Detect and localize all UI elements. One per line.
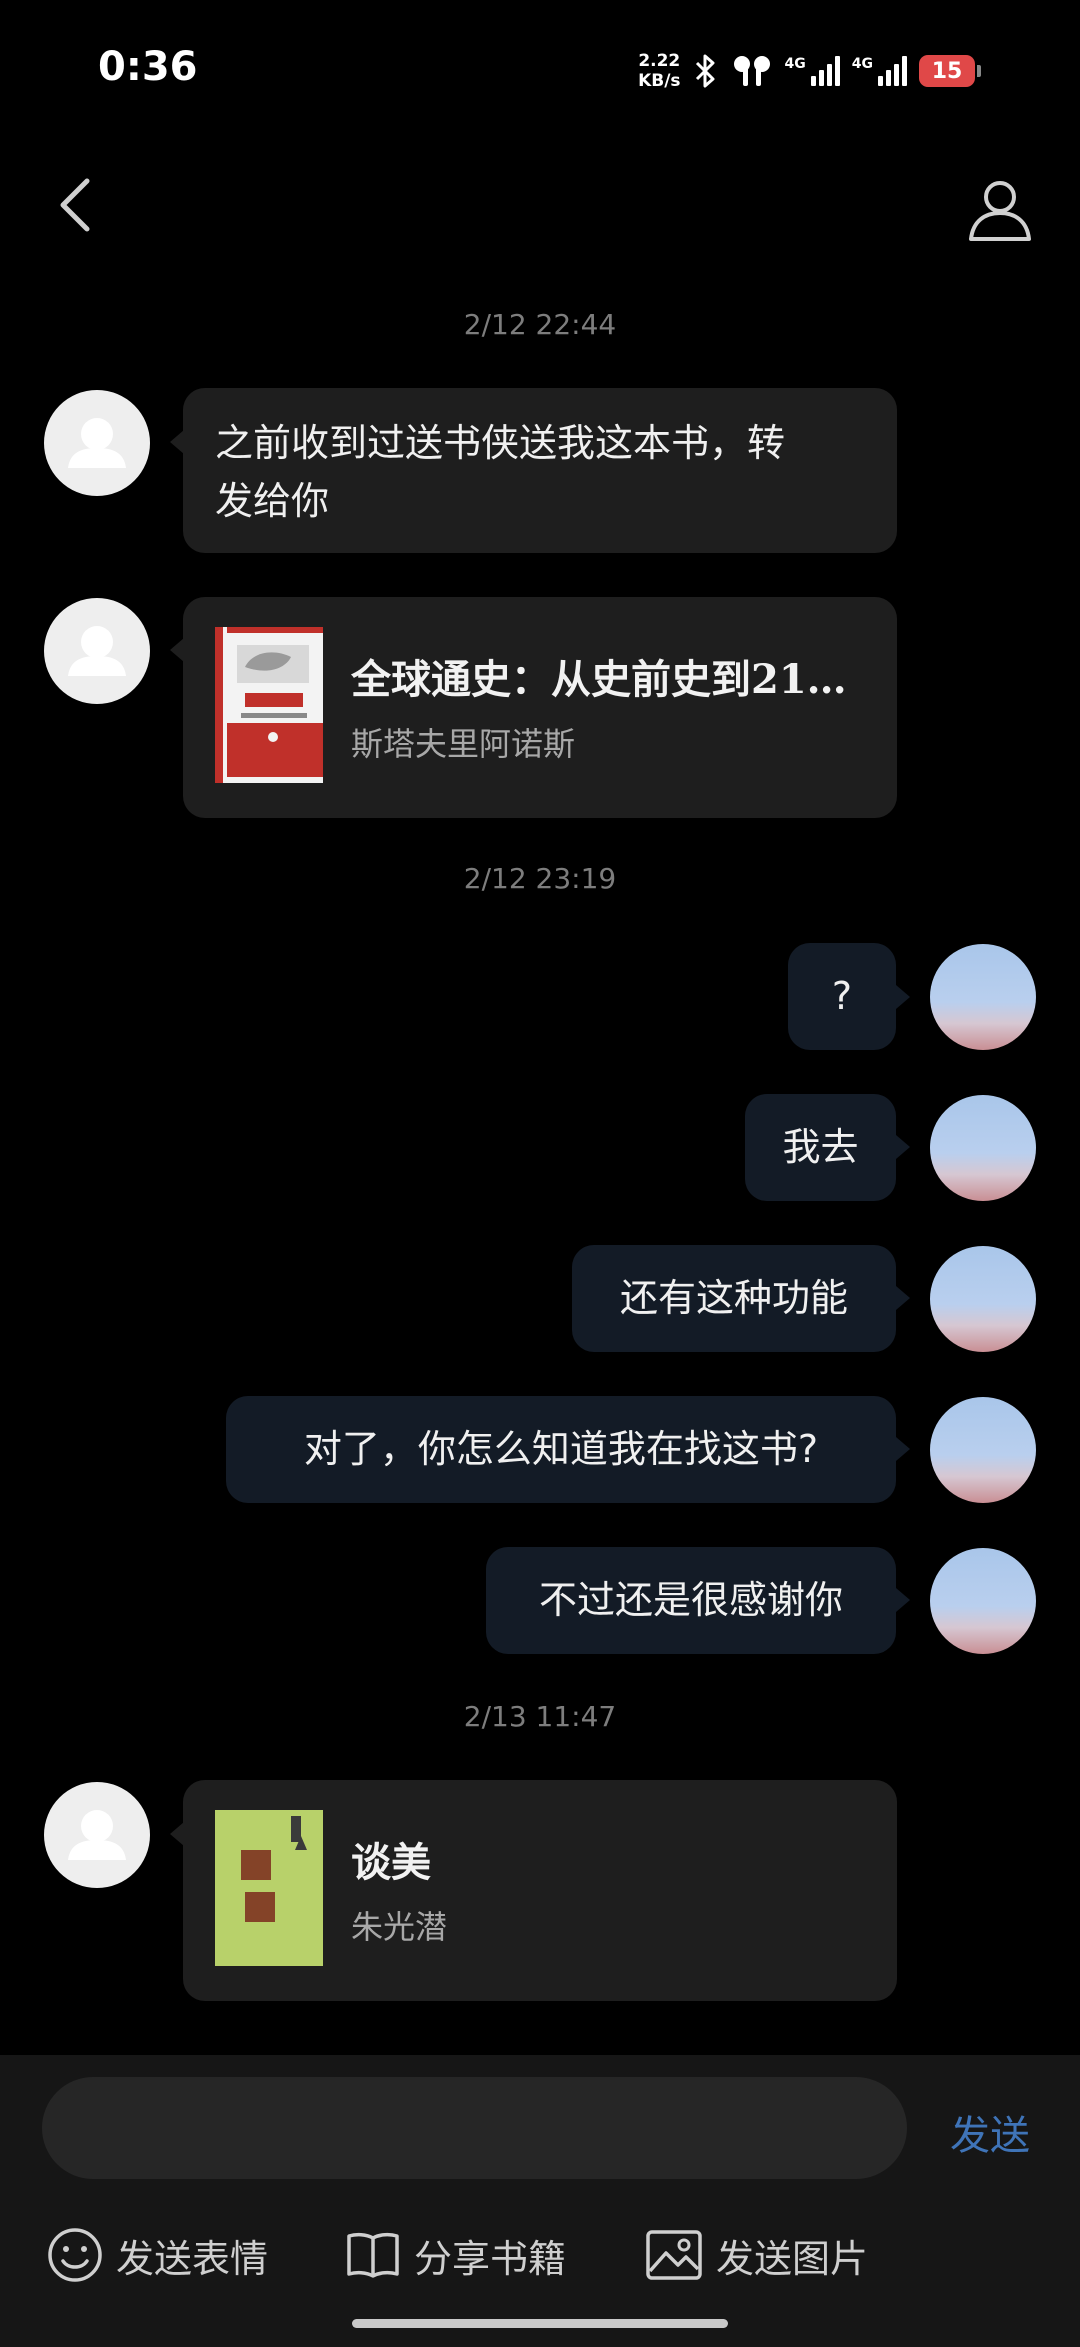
message-bubble[interactable]: 我去 — [745, 1094, 896, 1201]
book-title: 谈美 — [351, 1839, 431, 1886]
top-nav — [0, 160, 1080, 250]
default-avatar-icon — [68, 418, 126, 468]
message-text: 不过还是很感谢你 — [538, 1578, 843, 1622]
timestamp: 2/13 11:47 — [463, 1700, 617, 1733]
bubble-tail — [896, 1437, 910, 1461]
book-share-card[interactable]: 谈美 朱光潜 — [183, 1780, 897, 2001]
avatar[interactable] — [930, 1095, 1036, 1201]
profile-button[interactable] — [960, 170, 1040, 250]
avatar[interactable] — [930, 1246, 1036, 1352]
default-avatar-icon — [68, 626, 126, 676]
back-button[interactable] — [40, 170, 110, 240]
status-icons: 2.22 KB/s 4G 4G 15 — [638, 48, 981, 94]
avatar[interactable] — [44, 598, 150, 704]
earbuds-icon — [733, 56, 770, 86]
bubble-tail — [896, 1286, 910, 1310]
message-bubble[interactable]: 不过还是很感谢你 — [486, 1547, 896, 1654]
chat-screen: 0:36 2.22 KB/s 4G 4G 15 2/12 22:44 之前收到过… — [0, 0, 1080, 2347]
action-bar: 发送表情 分享书籍 发送图片 — [0, 2215, 1080, 2295]
message-bubble[interactable]: ? — [788, 943, 896, 1050]
send-button[interactable]: 发送 — [950, 2103, 1030, 2161]
bubble-tail — [896, 1588, 910, 1612]
bubble-tail — [170, 1822, 184, 1846]
book-title: 全球通史：从史前史到21… — [351, 656, 847, 703]
message-input[interactable] — [42, 2077, 907, 2179]
smiley-icon — [48, 2228, 102, 2282]
home-indicator[interactable] — [352, 2319, 728, 2328]
message-bubble[interactable]: 对了，你怎么知道我在找这书? — [226, 1396, 896, 1503]
message-text: 还有这种功能 — [619, 1276, 848, 1320]
bubble-tail — [170, 638, 184, 662]
bluetooth-icon — [695, 54, 715, 88]
message-text: 之前收到过送书侠送我这本书，转 — [215, 421, 786, 465]
avatar[interactable] — [930, 1397, 1036, 1503]
message-bubble[interactable]: 还有这种功能 — [572, 1245, 896, 1352]
person-icon — [969, 181, 1031, 241]
bubble-tail — [896, 1135, 910, 1159]
signal-icon-2: 4G — [852, 56, 907, 86]
status-bar: 0:36 2.22 KB/s 4G 4G 15 — [0, 0, 1080, 140]
action-label: 发送表情 — [116, 2236, 269, 2281]
message-text: 对了，你怎么知道我在找这书? — [303, 1427, 819, 1471]
avatar[interactable] — [44, 390, 150, 496]
share-book-button[interactable]: 分享书籍 — [344, 2215, 566, 2295]
signal-icon-1: 4G — [785, 56, 840, 86]
status-time: 0:36 — [98, 44, 198, 90]
default-avatar-icon — [68, 1810, 126, 1860]
book-share-card[interactable]: 全球通史：从史前史到21… 斯塔夫里阿诺斯 — [183, 597, 897, 818]
send-emoji-button[interactable]: 发送表情 — [46, 2215, 268, 2295]
book-cover-image — [215, 1810, 323, 1966]
message-bubble[interactable]: 之前收到过送书侠送我这本书，转 发给你 — [183, 388, 897, 553]
book-author: 斯塔夫里阿诺斯 — [351, 725, 576, 763]
input-area: 发送 发送表情 分享书籍 发送图片 — [0, 2055, 1080, 2347]
timestamp: 2/12 22:44 — [463, 308, 617, 341]
message-text: 我去 — [782, 1125, 859, 1169]
bubble-tail — [896, 985, 910, 1009]
action-label: 发送图片 — [716, 2236, 869, 2281]
message-text: 发给你 — [215, 479, 330, 523]
timestamp: 2/12 23:19 — [463, 862, 617, 895]
send-image-button[interactable]: 发送图片 — [644, 2215, 868, 2295]
image-icon — [646, 2230, 702, 2280]
battery-icon: 15 — [919, 55, 981, 87]
book-icon — [347, 2232, 399, 2278]
network-speed: 2.22 KB/s — [638, 51, 681, 91]
book-author: 朱光潜 — [351, 1908, 448, 1946]
action-label: 分享书籍 — [414, 2236, 567, 2281]
avatar[interactable] — [930, 944, 1036, 1050]
avatar[interactable] — [44, 1782, 150, 1888]
bubble-tail — [170, 430, 184, 454]
message-text: ? — [831, 974, 853, 1018]
chevron-left-icon — [60, 178, 90, 232]
avatar[interactable] — [930, 1548, 1036, 1654]
book-cover-image — [215, 627, 323, 783]
